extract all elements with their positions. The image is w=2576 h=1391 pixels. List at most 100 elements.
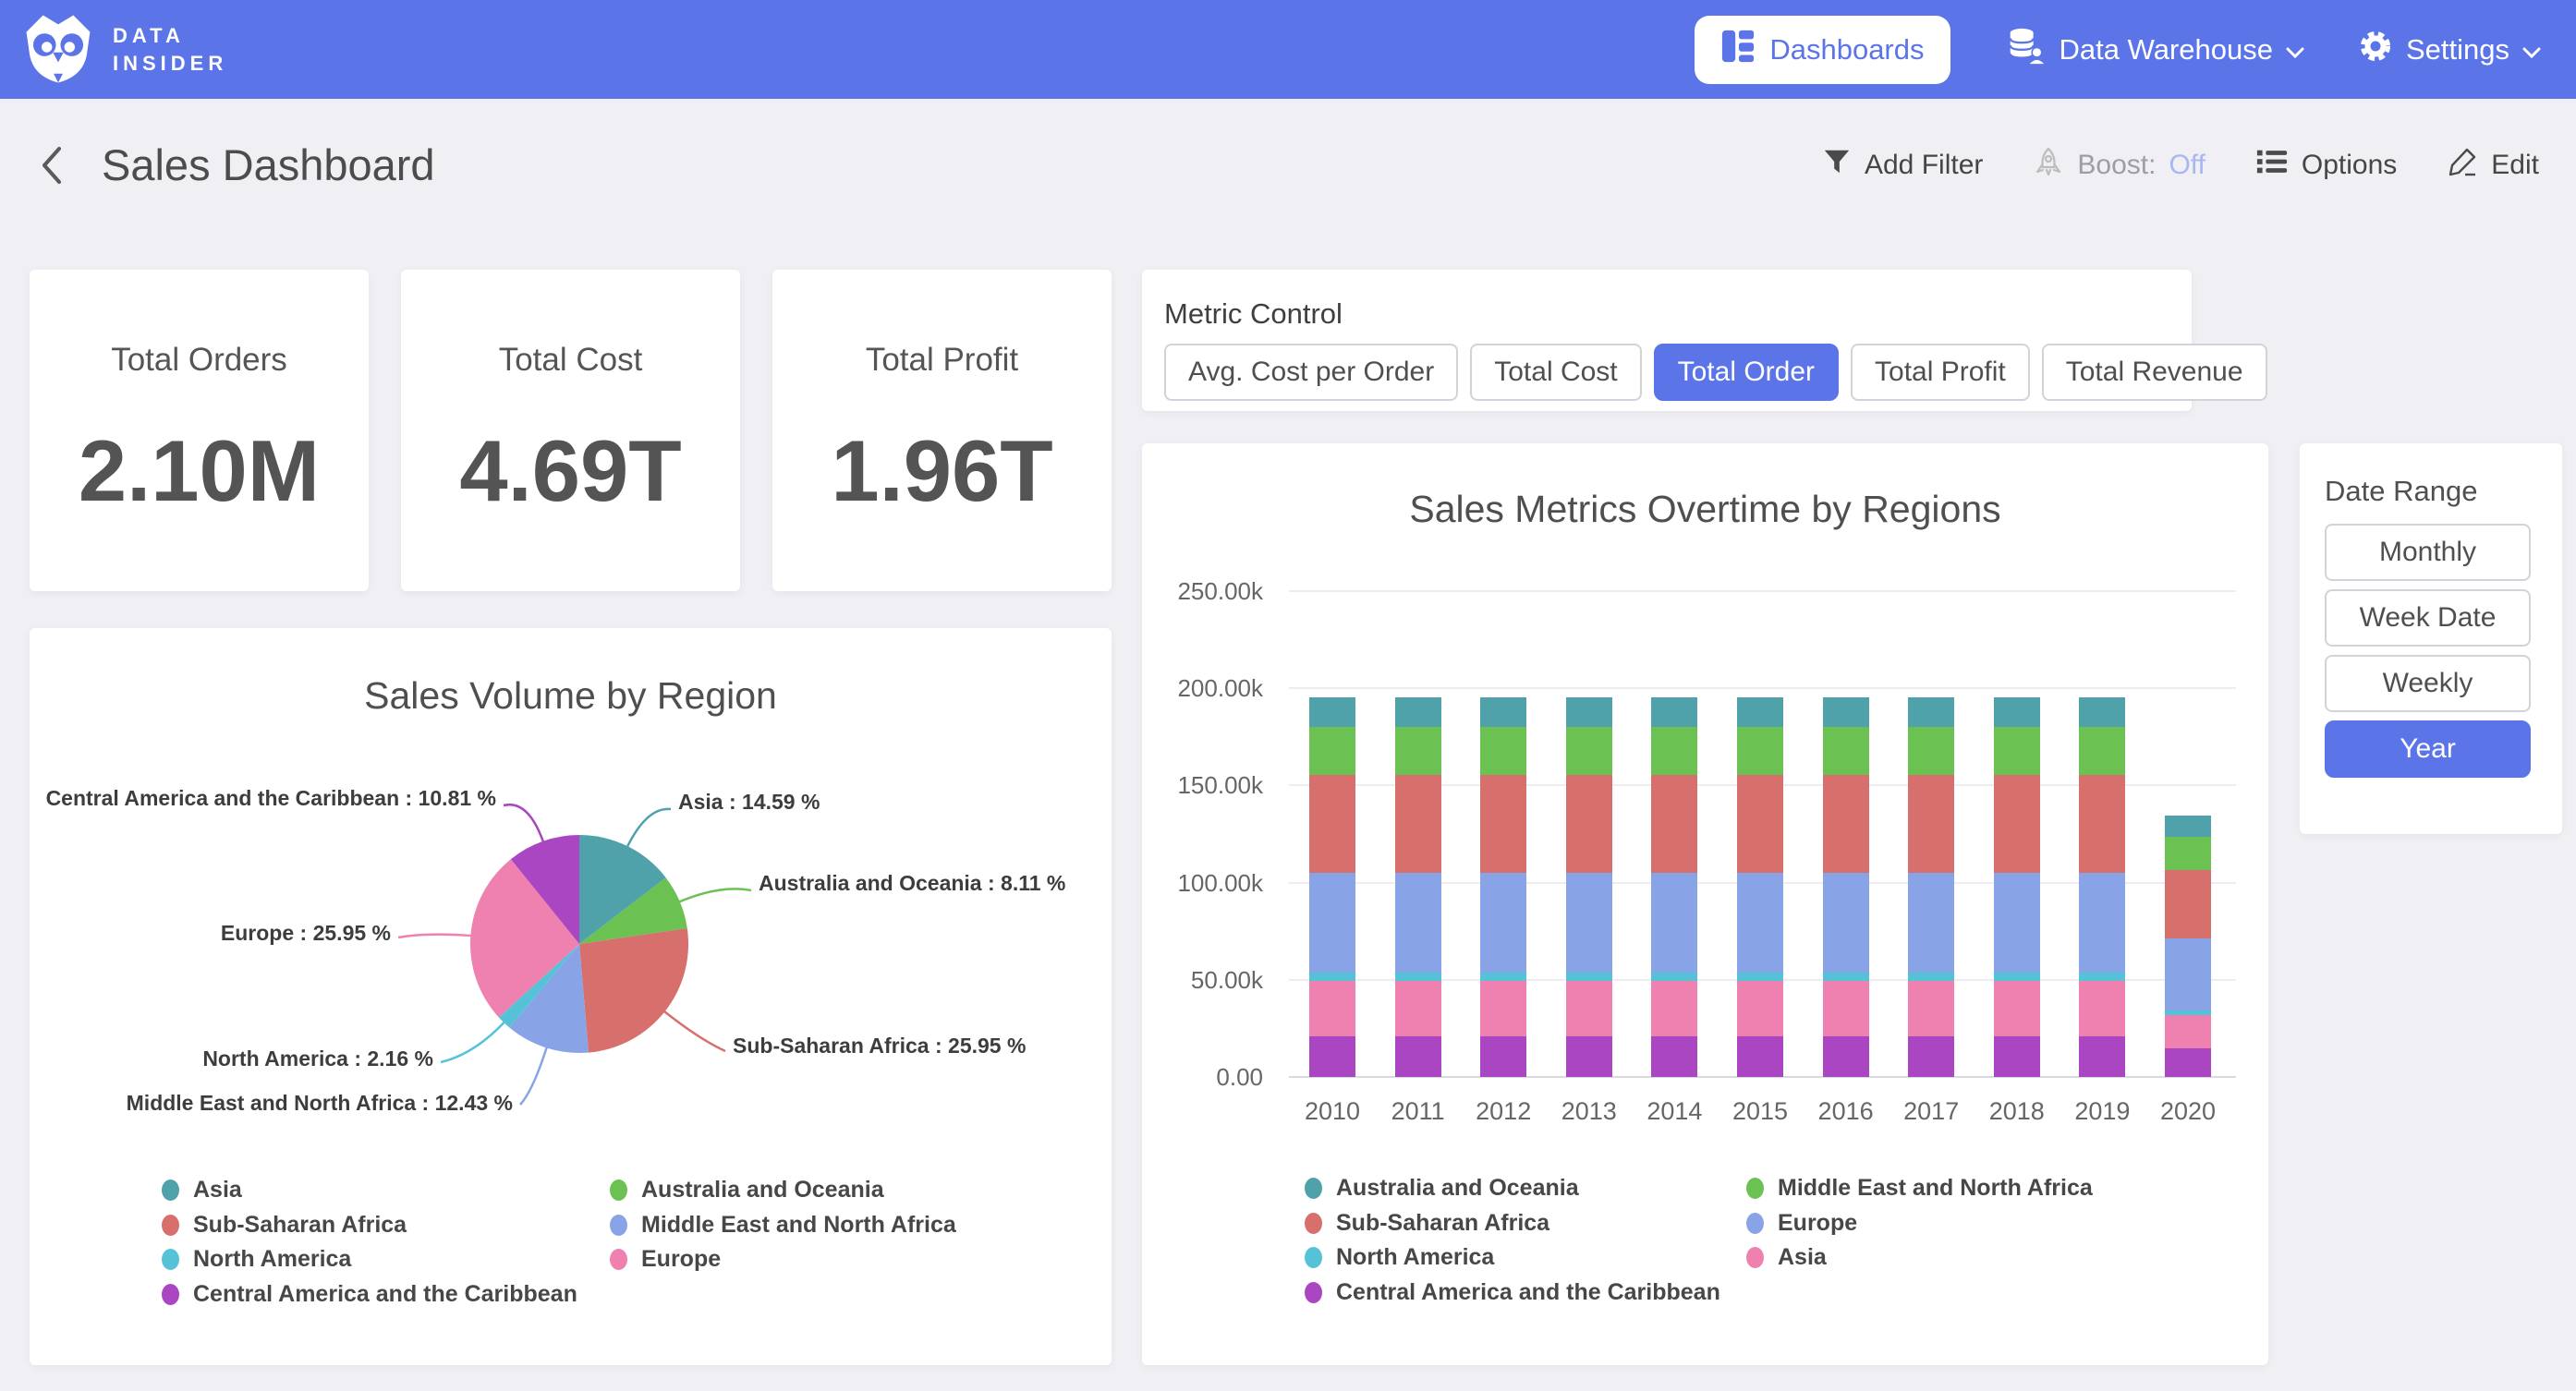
bar-segment-2014-australia-and-oceania[interactable] [1651, 697, 1697, 728]
pie-legend-item-asia[interactable]: Asia [162, 1173, 610, 1208]
bar-segment-2020-europe[interactable] [2165, 938, 2211, 1011]
bar-segment-2016-sub-saharan-africa[interactable] [1823, 775, 1869, 873]
pie-legend-item-europe[interactable]: Europe [610, 1242, 956, 1277]
bar-segment-2016-central-america-and-the-caribbean[interactable] [1823, 1036, 1869, 1077]
bar-segment-2017-europe[interactable] [1908, 873, 1954, 973]
bar-segment-2017-asia[interactable] [1908, 981, 1954, 1036]
bar-segment-2013-asia[interactable] [1566, 981, 1612, 1036]
bar-2016[interactable] [1823, 697, 1869, 1077]
bar-segment-2014-europe[interactable] [1651, 873, 1697, 973]
bar-segment-2014-central-america-and-the-caribbean[interactable] [1651, 1036, 1697, 1077]
boost-toggle[interactable]: Boost: Off [2033, 146, 2205, 185]
bar-segment-2019-middle-east-and-north-africa[interactable] [2079, 727, 2125, 775]
nav-settings[interactable]: Settings [2358, 29, 2541, 71]
bar-segment-2016-asia[interactable] [1823, 981, 1869, 1036]
bar-segment-2019-north-america[interactable] [2079, 973, 2125, 980]
date-range-button-week-date[interactable]: Week Date [2325, 589, 2531, 647]
bar-legend-item-sub-saharan-africa[interactable]: Sub-Saharan Africa [1305, 1206, 1746, 1241]
metric-button-total-cost[interactable]: Total Cost [1470, 344, 1641, 401]
bar-segment-2017-middle-east-and-north-africa[interactable] [1908, 727, 1954, 775]
bar-segment-2020-central-america-and-the-caribbean[interactable] [2165, 1048, 2211, 1077]
bar-2019[interactable] [2079, 697, 2125, 1077]
bar-segment-2018-sub-saharan-africa[interactable] [1994, 775, 2040, 873]
pie-legend-item-sub-saharan-africa[interactable]: Sub-Saharan Africa [162, 1208, 610, 1243]
bar-legend-item-central-america-and-the-caribbean[interactable]: Central America and the Caribbean [1305, 1276, 1746, 1311]
bar-2014[interactable] [1651, 697, 1697, 1077]
bar-segment-2015-central-america-and-the-caribbean[interactable] [1737, 1036, 1783, 1077]
bar-segment-2015-asia[interactable] [1737, 981, 1783, 1036]
bar-segment-2011-australia-and-oceania[interactable] [1395, 697, 1441, 728]
bar-segment-2017-north-america[interactable] [1908, 973, 1954, 980]
bar-segment-2011-north-america[interactable] [1395, 973, 1441, 980]
bar-2015[interactable] [1737, 697, 1783, 1077]
pie-legend-item-middle-east-and-north-africa[interactable]: Middle East and North Africa [610, 1208, 956, 1243]
bar-segment-2013-central-america-and-the-caribbean[interactable] [1566, 1036, 1612, 1077]
bar-segment-2011-asia[interactable] [1395, 981, 1441, 1036]
pie-legend-item-central-america-and-the-caribbean[interactable]: Central America and the Caribbean [162, 1277, 610, 1312]
bar-segment-2013-australia-and-oceania[interactable] [1566, 697, 1612, 728]
brand-logo[interactable]: DATA INSIDER [20, 7, 227, 91]
bar-segment-2012-middle-east-and-north-africa[interactable] [1480, 727, 1526, 775]
bar-segment-2016-north-america[interactable] [1823, 973, 1869, 980]
nav-data-warehouse[interactable]: Data Warehouse [2004, 25, 2304, 75]
bar-segment-2019-europe[interactable] [2079, 873, 2125, 973]
bar-segment-2017-sub-saharan-africa[interactable] [1908, 775, 1954, 873]
bar-segment-2010-asia[interactable] [1309, 981, 1355, 1036]
bar-segment-2015-north-america[interactable] [1737, 973, 1783, 980]
bar-segment-2013-europe[interactable] [1566, 873, 1612, 973]
bar-segment-2014-north-america[interactable] [1651, 973, 1697, 980]
bar-segment-2010-australia-and-oceania[interactable] [1309, 697, 1355, 728]
bar-segment-2010-europe[interactable] [1309, 873, 1355, 973]
metric-button-total-order[interactable]: Total Order [1654, 344, 1839, 401]
bar-segment-2018-north-america[interactable] [1994, 973, 2040, 980]
bar-segment-2011-central-america-and-the-caribbean[interactable] [1395, 1036, 1441, 1077]
bar-legend-item-australia-and-oceania[interactable]: Australia and Oceania [1305, 1171, 1746, 1206]
nav-dashboards[interactable]: Dashboards [1695, 16, 1950, 84]
bar-segment-2018-europe[interactable] [1994, 873, 2040, 973]
bar-segment-2011-sub-saharan-africa[interactable] [1395, 775, 1441, 873]
bar-segment-2011-middle-east-and-north-africa[interactable] [1395, 727, 1441, 775]
bar-segment-2018-australia-and-oceania[interactable] [1994, 697, 2040, 728]
bar-segment-2015-australia-and-oceania[interactable] [1737, 697, 1783, 728]
bar-2010[interactable] [1309, 697, 1355, 1077]
bar-2013[interactable] [1566, 697, 1612, 1077]
bar-legend-item-asia[interactable]: Asia [1746, 1240, 2093, 1276]
add-filter-button[interactable]: Add Filter [1822, 147, 1983, 184]
bar-segment-2017-central-america-and-the-caribbean[interactable] [1908, 1036, 1954, 1077]
metric-button-avg-cost-per-order[interactable]: Avg. Cost per Order [1164, 344, 1458, 401]
bar-segment-2010-central-america-and-the-caribbean[interactable] [1309, 1036, 1355, 1077]
bar-2012[interactable] [1480, 697, 1526, 1077]
bar-2020[interactable] [2165, 816, 2211, 1077]
bar-segment-2020-middle-east-and-north-africa[interactable] [2165, 837, 2211, 870]
bar-segment-2015-middle-east-and-north-africa[interactable] [1737, 727, 1783, 775]
bar-segment-2012-asia[interactable] [1480, 981, 1526, 1036]
bar-segment-2017-australia-and-oceania[interactable] [1908, 697, 1954, 728]
bar-legend-item-middle-east-and-north-africa[interactable]: Middle East and North Africa [1746, 1171, 2093, 1206]
bar-2017[interactable] [1908, 697, 1954, 1077]
bar-legend-item-north-america[interactable]: North America [1305, 1240, 1746, 1276]
bar-segment-2019-australia-and-oceania[interactable] [2079, 697, 2125, 728]
bar-2011[interactable] [1395, 697, 1441, 1077]
options-button[interactable]: Options [2255, 147, 2397, 184]
bar-segment-2020-sub-saharan-africa[interactable] [2165, 870, 2211, 938]
bar-segment-2018-middle-east-and-north-africa[interactable] [1994, 727, 2040, 775]
metric-button-total-profit[interactable]: Total Profit [1851, 344, 2030, 401]
metric-button-total-revenue[interactable]: Total Revenue [2042, 344, 2267, 401]
bar-segment-2012-europe[interactable] [1480, 873, 1526, 973]
bar-segment-2015-sub-saharan-africa[interactable] [1737, 775, 1783, 873]
bar-segment-2016-middle-east-and-north-africa[interactable] [1823, 727, 1869, 775]
bar-segment-2015-europe[interactable] [1737, 873, 1783, 973]
bar-segment-2019-central-america-and-the-caribbean[interactable] [2079, 1036, 2125, 1077]
bar-segment-2014-middle-east-and-north-africa[interactable] [1651, 727, 1697, 775]
bar-segment-2013-middle-east-and-north-africa[interactable] [1566, 727, 1612, 775]
bar-segment-2012-australia-and-oceania[interactable] [1480, 697, 1526, 728]
pie-legend-item-north-america[interactable]: North America [162, 1242, 610, 1277]
bar-segment-2013-sub-saharan-africa[interactable] [1566, 775, 1612, 873]
bar-segment-2010-sub-saharan-africa[interactable] [1309, 775, 1355, 873]
bar-segment-2010-north-america[interactable] [1309, 973, 1355, 980]
bar-segment-2012-sub-saharan-africa[interactable] [1480, 775, 1526, 873]
bar-segment-2019-asia[interactable] [2079, 981, 2125, 1036]
bar-segment-2014-asia[interactable] [1651, 981, 1697, 1036]
bar-segment-2013-north-america[interactable] [1566, 973, 1612, 980]
bar-2018[interactable] [1994, 697, 2040, 1077]
